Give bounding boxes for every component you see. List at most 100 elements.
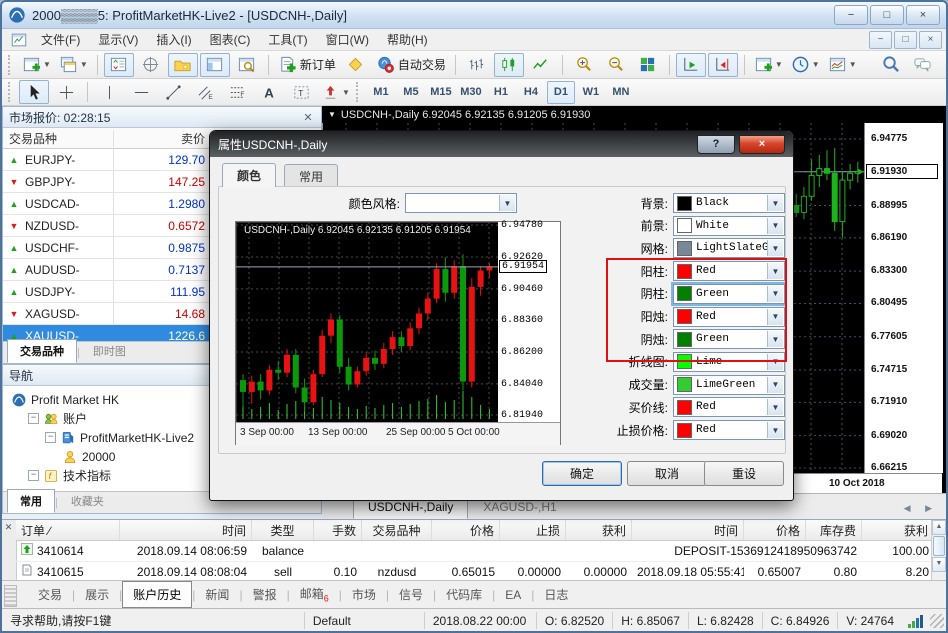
terminal-tab-0[interactable]: 交易 — [28, 582, 72, 607]
terminal-tab-5[interactable]: 邮箱6 — [290, 581, 339, 607]
zoom-in-button[interactable] — [569, 53, 599, 77]
color-select-2[interactable]: LightSlateGr▼ — [673, 238, 785, 258]
market-watch-tab-1[interactable]: 即时图 — [80, 339, 139, 363]
toolbar-grip[interactable] — [8, 55, 14, 75]
scrollbar-thumb[interactable] — [933, 536, 945, 556]
zoom-out-button[interactable] — [601, 53, 631, 77]
restore-button[interactable]: □ — [870, 5, 904, 25]
minimize-button[interactable]: − — [834, 5, 868, 25]
tile-windows-button[interactable] — [633, 53, 663, 77]
menu-item-2[interactable]: 插入(I) — [147, 31, 200, 49]
scroll-up-icon[interactable]: ▲ — [932, 520, 946, 535]
text-label-tool[interactable]: T — [286, 80, 316, 104]
timeframe-d1[interactable]: D1 — [547, 81, 575, 104]
trendline-tool[interactable] — [158, 80, 188, 104]
history-row[interactable]: 34106142018.09.14 08:06:59balanceDEPOSIT… — [16, 540, 934, 562]
terminal-col-2[interactable]: 类型 — [252, 520, 314, 540]
data-window-toggle[interactable] — [136, 53, 166, 77]
tree-expander-icon[interactable]: − — [45, 432, 56, 443]
terminal-tab-10[interactable]: 日志 — [534, 582, 578, 607]
terminal-col-5[interactable]: 价格 — [432, 520, 500, 540]
navigator-toggle[interactable] — [168, 53, 198, 77]
child-minimize-button[interactable]: − — [869, 31, 892, 49]
color-select-6[interactable]: Green▼ — [673, 329, 785, 349]
timeframe-m1[interactable]: M1 — [367, 81, 395, 104]
terminal-tab-1[interactable]: 展示 — [75, 582, 119, 607]
terminal-col-11[interactable]: 获利 — [862, 520, 934, 540]
terminal-col-6[interactable]: 止损 — [500, 520, 566, 540]
close-icon[interactable]: ✕ — [301, 111, 315, 124]
timeframe-m15[interactable]: M15 — [427, 81, 455, 104]
market-watch-tab-0[interactable]: 交易品种 — [7, 339, 77, 363]
cancel-button[interactable]: 取消 — [627, 461, 707, 486]
text-tool[interactable]: A — [254, 80, 284, 104]
terminal-tab-9[interactable]: EA — [495, 584, 531, 606]
timeframe-mn[interactable]: MN — [607, 81, 635, 104]
help-button[interactable]: ? — [697, 135, 735, 154]
menu-item-5[interactable]: 窗口(W) — [317, 31, 378, 49]
color-select-1[interactable]: White▼ — [673, 216, 785, 236]
terminal-tab-8[interactable]: 代码库 — [436, 582, 492, 607]
tab-scroll-arrows[interactable]: ◀ ▶ — [904, 503, 938, 514]
market-watch-header[interactable]: 市场报价: 02:28:15 ✕ — [3, 107, 321, 128]
color-select-7[interactable]: Lime▼ — [673, 352, 785, 372]
menu-item-6[interactable]: 帮助(H) — [378, 31, 437, 49]
crosshair-tool[interactable] — [51, 80, 81, 104]
line-chart-button[interactable] — [526, 53, 556, 77]
scroll-down-icon[interactable]: ▼ — [932, 557, 946, 572]
market-watch-toggle[interactable] — [104, 53, 134, 77]
periods-button[interactable]: ▼ — [788, 53, 823, 77]
tree-expander-icon[interactable]: − — [28, 470, 39, 481]
terminal-tab-2[interactable]: 账户历史 — [122, 581, 192, 608]
chart-window-header[interactable]: ▼USDCNH-,Daily 6.92045 6.92135 6.91205 6… — [322, 106, 946, 123]
color-select-5[interactable]: Red▼ — [673, 307, 785, 327]
terminal-col-1[interactable]: 时间 — [120, 520, 252, 540]
navigator-tab-1[interactable]: 收藏夹 — [58, 489, 117, 513]
toolbar-grip[interactable] — [356, 82, 362, 102]
autotrading-button[interactable]: 自动交易 — [373, 53, 449, 77]
child-close-button[interactable]: × — [919, 31, 942, 49]
terminal-col-0[interactable]: 订单 ∕ — [16, 520, 120, 540]
new-order-button[interactable]: 新订单 — [275, 53, 339, 77]
auto-scroll-toggle[interactable] — [676, 53, 706, 77]
terminal-toggle[interactable] — [200, 53, 230, 77]
color-select-9[interactable]: Red▼ — [673, 397, 785, 417]
fibonacci-tool[interactable]: F — [222, 80, 252, 104]
dialog-close-icon[interactable]: × — [739, 135, 785, 154]
color-select-3[interactable]: Red▼ — [673, 261, 785, 281]
price-scale[interactable]: 6.947756.889956.861906.833006.804956.776… — [864, 123, 943, 473]
terminal-col-7[interactable]: 获利 — [566, 520, 632, 540]
candlestick-button[interactable] — [494, 53, 524, 77]
timeframe-h1[interactable]: H1 — [487, 81, 515, 104]
panel-grip-icon[interactable] — [4, 585, 17, 607]
equidistant-channel-tool[interactable]: E — [190, 80, 220, 104]
dialog-tab-1[interactable]: 常用 — [284, 164, 338, 186]
terminal-close-icon[interactable]: ✕ — [3, 522, 14, 533]
reset-button[interactable]: 重设 — [704, 461, 784, 486]
chart-shift-toggle[interactable] — [708, 53, 738, 77]
vertical-line-tool[interactable] — [94, 80, 124, 104]
menu-item-4[interactable]: 工具(T) — [259, 31, 316, 49]
new-chart-button[interactable]: ▼ — [19, 53, 54, 77]
bar-chart-button[interactable] — [462, 53, 492, 77]
terminal-col-3[interactable]: 手数 — [314, 520, 362, 540]
menu-item-1[interactable]: 显示(V) — [89, 31, 147, 49]
navigator-tab-0[interactable]: 常用 — [7, 489, 55, 513]
indicators-button[interactable]: ▼ — [751, 53, 786, 77]
color-select-10[interactable]: Red▼ — [673, 420, 785, 440]
ok-button[interactable]: 确定 — [542, 461, 622, 486]
menu-item-0[interactable]: 文件(F) — [32, 31, 89, 49]
cursor-tool[interactable] — [19, 80, 49, 104]
profiles-button[interactable]: ▼ — [56, 53, 91, 77]
timeframe-m5[interactable]: M5 — [397, 81, 425, 104]
community-chat-button[interactable] — [907, 53, 937, 77]
terminal-tab-4[interactable]: 警报 — [243, 582, 287, 607]
close-button[interactable]: × — [906, 5, 940, 25]
terminal-tab-3[interactable]: 新闻 — [195, 582, 239, 607]
timeframe-m30[interactable]: M30 — [457, 81, 485, 104]
horizontal-line-tool[interactable] — [126, 80, 156, 104]
terminal-tab-7[interactable]: 信号 — [389, 582, 433, 607]
terminal-col-10[interactable]: 库存费 — [806, 520, 862, 540]
terminal-scrollbar[interactable]: ▲ ▼ — [931, 520, 946, 581]
dialog-tab-0[interactable]: 颜色 — [222, 163, 276, 187]
